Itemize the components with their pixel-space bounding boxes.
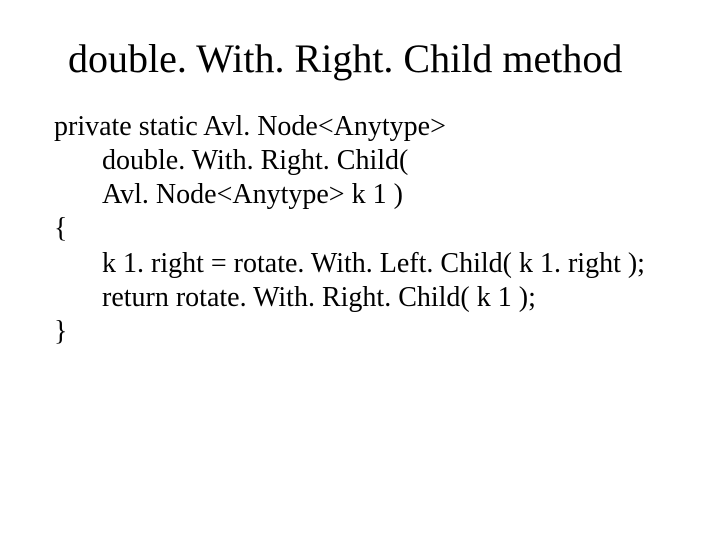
slide: double. With. Right. Child method privat…	[0, 0, 720, 540]
code-line: {	[54, 212, 666, 246]
code-line: k 1. right = rotate. With. Left. Child( …	[54, 247, 666, 281]
code-line: Avl. Node<Anytype> k 1 )	[54, 178, 666, 212]
code-block: private static Avl. Node<Anytype> double…	[54, 110, 666, 349]
code-line: }	[54, 315, 666, 349]
code-line: return rotate. With. Right. Child( k 1 )…	[54, 281, 666, 315]
code-line: private static Avl. Node<Anytype>	[54, 110, 666, 144]
slide-title: double. With. Right. Child method	[54, 36, 666, 82]
code-line: double. With. Right. Child(	[54, 144, 666, 178]
